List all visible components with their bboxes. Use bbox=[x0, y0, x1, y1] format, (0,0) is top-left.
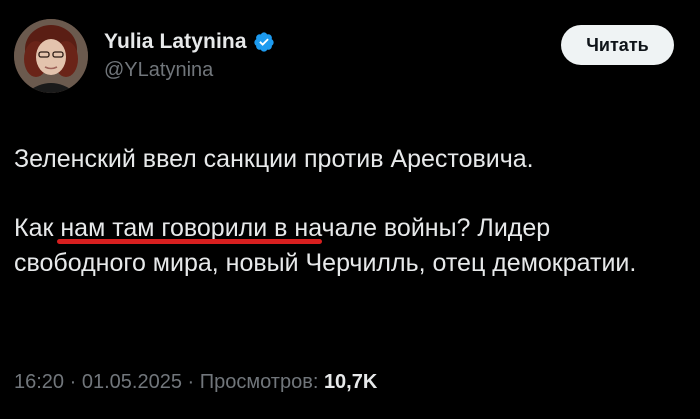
tweet-date[interactable]: 01.05.2025 bbox=[82, 371, 182, 393]
follow-button[interactable]: Читать bbox=[561, 25, 674, 65]
author-handle[interactable]: @YLatynina bbox=[104, 59, 275, 82]
meta-separator: · bbox=[64, 371, 82, 393]
tweet-text: Зеленский ввел санкции против Арестовича… bbox=[14, 142, 684, 281]
tweet-card: Yulia Latynina @YLatynina Читать Зеленск… bbox=[0, 0, 700, 419]
views-count[interactable]: 10,7K bbox=[324, 371, 377, 393]
author-info: Yulia Latynina @YLatynina bbox=[104, 28, 275, 82]
paragraph-2-start: Как bbox=[14, 214, 61, 242]
meta-separator: · bbox=[181, 371, 200, 393]
views-label: Просмотров: bbox=[199, 371, 324, 393]
tweet-meta: 16:20 · 01.05.2025 · Просмотров: 10,7K bbox=[14, 371, 377, 394]
avatar[interactable] bbox=[14, 19, 88, 93]
display-name[interactable]: Yulia Latynina bbox=[104, 30, 247, 54]
underlined-phrase: нам там говорили bbox=[60, 214, 268, 242]
avatar-image bbox=[14, 19, 88, 93]
tweet-paragraph-1: Зеленский ввел санкции против Арестовича… bbox=[14, 145, 534, 173]
tweet-paragraph-2: Как нам там говорили в начале войны? Лид… bbox=[14, 211, 684, 281]
verified-badge-icon bbox=[253, 31, 275, 53]
name-row: Yulia Latynina bbox=[104, 28, 275, 56]
red-underline-mark bbox=[57, 239, 322, 244]
tweet-time[interactable]: 16:20 bbox=[14, 371, 64, 393]
